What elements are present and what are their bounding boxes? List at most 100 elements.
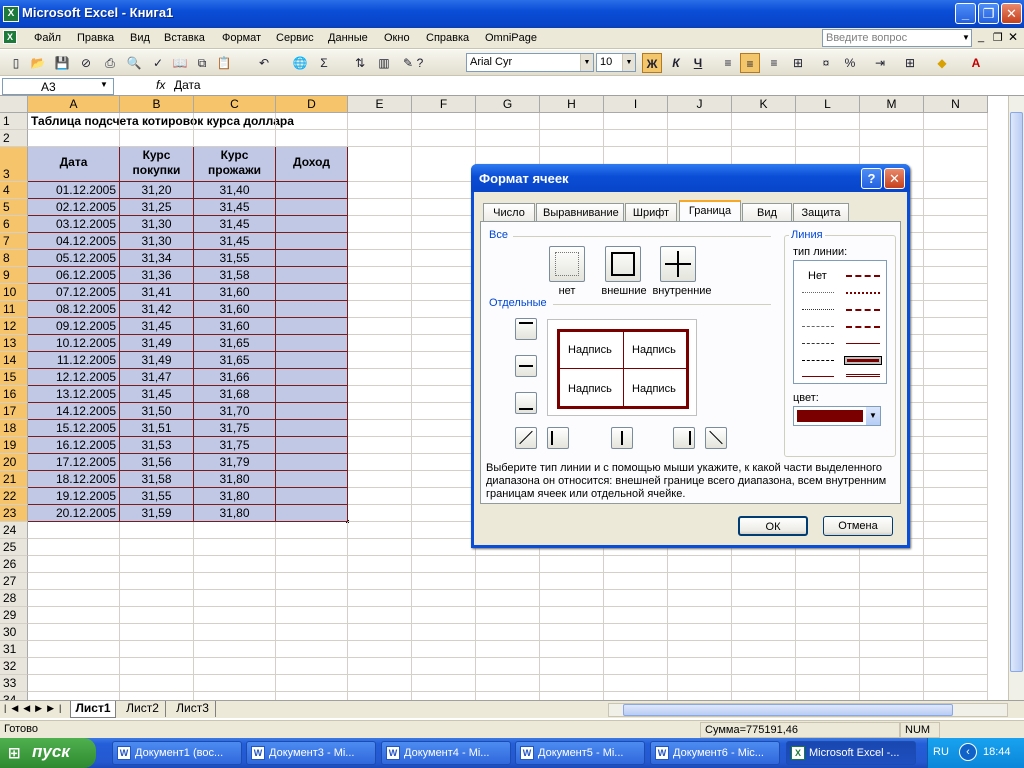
cell[interactable] (732, 556, 796, 573)
table-cell[interactable]: 31,49 (120, 335, 194, 352)
cell[interactable] (412, 641, 476, 658)
cell[interactable] (120, 522, 194, 539)
cell[interactable] (194, 522, 276, 539)
row-header[interactable]: 5 (0, 199, 28, 216)
cell[interactable] (412, 182, 476, 199)
border-diagonal-down-button[interactable] (705, 427, 727, 449)
table-cell[interactable]: 31,56 (120, 454, 194, 471)
cell[interactable] (276, 675, 348, 692)
table-cell[interactable]: 31,66 (194, 369, 276, 386)
cell[interactable] (924, 573, 988, 590)
cell[interactable] (276, 182, 348, 199)
cell[interactable] (28, 539, 120, 556)
line-style-none[interactable]: Нет (808, 270, 827, 282)
merge-center-icon[interactable]: ⊞ (788, 53, 808, 73)
cell[interactable] (668, 607, 732, 624)
cell[interactable] (412, 369, 476, 386)
cell[interactable] (276, 386, 348, 403)
cell[interactable] (276, 573, 348, 590)
cell[interactable] (348, 573, 412, 590)
font-color-icon[interactable]: A (966, 53, 986, 73)
table-cell[interactable]: 31,53 (120, 437, 194, 454)
cell[interactable] (796, 573, 860, 590)
cell[interactable] (276, 437, 348, 454)
cell[interactable] (120, 113, 194, 130)
cell[interactable] (28, 675, 120, 692)
cell[interactable] (924, 607, 988, 624)
border-preview[interactable]: Надпись Надпись Надпись Надпись (547, 319, 697, 416)
table-cell[interactable]: 31,41 (120, 284, 194, 301)
cell[interactable] (540, 130, 604, 147)
tab-border[interactable]: Граница (679, 200, 741, 223)
font-name-select[interactable]: Arial Cyr ▼ (466, 53, 594, 72)
cell[interactable] (860, 692, 924, 700)
cell[interactable] (276, 130, 348, 147)
menu-insert[interactable]: Вставка (164, 32, 205, 44)
preview-icon[interactable]: 🔍 (124, 53, 144, 73)
table-cell[interactable]: 31,59 (120, 505, 194, 522)
cell[interactable] (120, 590, 194, 607)
table-cell[interactable]: 31,50 (120, 403, 194, 420)
cell[interactable] (412, 539, 476, 556)
cell[interactable] (276, 318, 348, 335)
horizontal-scrollbar[interactable] (608, 703, 1008, 717)
cell[interactable] (924, 692, 988, 700)
tab-alignment[interactable]: Выравнивание (536, 203, 624, 222)
cell[interactable] (924, 505, 988, 522)
cell[interactable] (732, 590, 796, 607)
cell[interactable] (276, 267, 348, 284)
cell[interactable] (412, 233, 476, 250)
scrollbar-thumb[interactable] (623, 704, 953, 716)
cell[interactable] (732, 641, 796, 658)
cell[interactable] (732, 573, 796, 590)
ask-dropdown-icon[interactable]: ▼ (960, 30, 972, 46)
line-style[interactable] (846, 275, 880, 277)
cell[interactable] (348, 539, 412, 556)
cell[interactable] (412, 675, 476, 692)
open-icon[interactable]: 📂 (28, 53, 48, 73)
row-header[interactable]: 18 (0, 420, 28, 437)
indent-icon[interactable]: ⇥ (870, 53, 890, 73)
column-header-h[interactable]: H (540, 96, 604, 113)
cell[interactable] (28, 624, 120, 641)
cell[interactable] (924, 675, 988, 692)
cell[interactable] (860, 130, 924, 147)
cell[interactable] (276, 352, 348, 369)
row-header[interactable]: 7 (0, 233, 28, 250)
cell[interactable] (194, 658, 276, 675)
cell[interactable] (924, 624, 988, 641)
close-button[interactable]: ✕ (1001, 3, 1022, 24)
copy-icon[interactable]: ⧉ (192, 53, 212, 73)
cell[interactable] (924, 437, 988, 454)
task-document6[interactable]: W Документ6 - Mic... (650, 741, 780, 765)
cell[interactable] (412, 335, 476, 352)
cell[interactable] (412, 573, 476, 590)
cell[interactable] (276, 624, 348, 641)
cell[interactable] (276, 488, 348, 505)
cell[interactable] (668, 641, 732, 658)
cell[interactable] (860, 641, 924, 658)
table-cell[interactable]: 20.12.2005 (28, 505, 120, 522)
cell[interactable] (476, 641, 540, 658)
cell[interactable] (276, 539, 348, 556)
cell[interactable] (604, 692, 668, 700)
tab-scroll-icon[interactable]: |◀◀▶▶| (4, 703, 66, 714)
cell[interactable] (860, 607, 924, 624)
cell[interactable] (348, 386, 412, 403)
table-cell[interactable]: 31,51 (120, 420, 194, 437)
cell[interactable] (412, 505, 476, 522)
cell[interactable] (924, 318, 988, 335)
cell[interactable] (924, 539, 988, 556)
cell[interactable] (348, 250, 412, 267)
table-cell[interactable]: 31,47 (120, 369, 194, 386)
cell[interactable] (412, 437, 476, 454)
cell[interactable] (348, 556, 412, 573)
cell[interactable] (924, 250, 988, 267)
cell[interactable] (412, 488, 476, 505)
cell[interactable] (348, 130, 412, 147)
cell[interactable] (412, 420, 476, 437)
table-cell[interactable]: 08.12.2005 (28, 301, 120, 318)
row-header[interactable]: 29 (0, 607, 28, 624)
cell[interactable] (412, 318, 476, 335)
cell[interactable] (28, 556, 120, 573)
